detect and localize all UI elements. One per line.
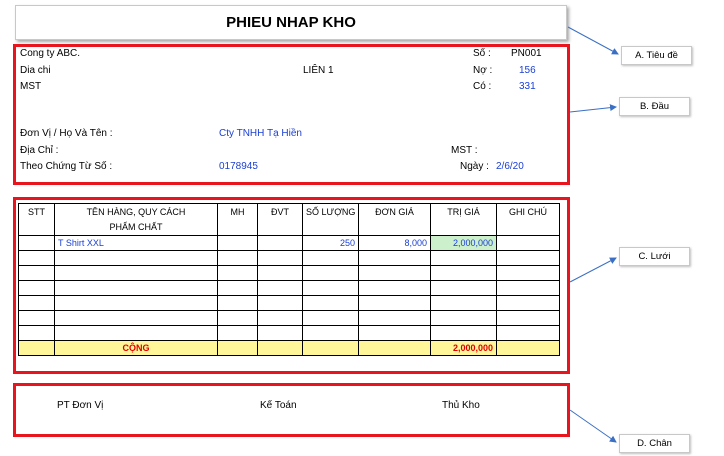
callout-title-label: A. Tiêu đề bbox=[635, 50, 678, 61]
arrow-d bbox=[569, 409, 617, 443]
callout-grid-label: C. Lưới bbox=[638, 251, 671, 262]
callout-arrows bbox=[567, 26, 619, 443]
arrow-c bbox=[569, 257, 617, 283]
callout-footer: D. Chân bbox=[619, 434, 690, 453]
callout-grid: C. Lưới bbox=[619, 247, 690, 266]
arrow-a bbox=[567, 26, 619, 55]
callout-header-label: B. Đầu bbox=[639, 101, 670, 112]
callout-header: B. Đầu bbox=[619, 97, 690, 116]
callout-footer-label: D. Chân bbox=[637, 438, 672, 449]
callout-title: A. Tiêu đề bbox=[621, 46, 692, 65]
arrow-b bbox=[569, 104, 617, 113]
